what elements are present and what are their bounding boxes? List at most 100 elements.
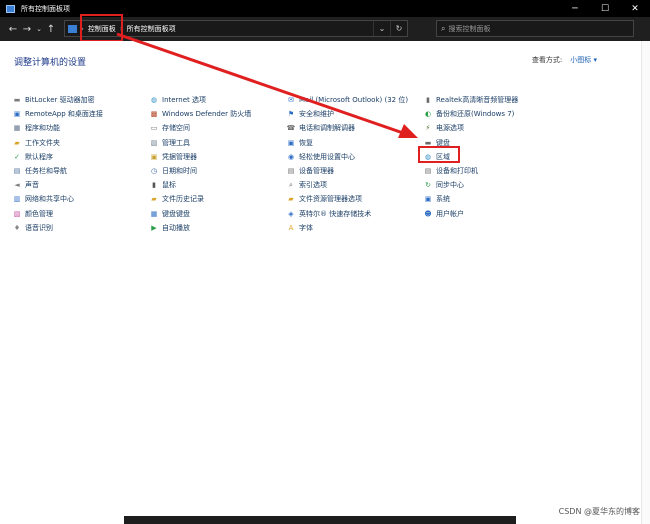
close-button[interactable]: ✕ <box>620 0 650 17</box>
control-panel-item[interactable]: ◷ 日期和时间 <box>150 164 251 178</box>
control-panel-item[interactable]: ✓ 默认程序 <box>13 150 103 164</box>
control-panel-item[interactable]: ▦ 键盘键盘 <box>150 207 251 221</box>
work-folder-icon: ▰ <box>14 138 20 147</box>
minimize-button[interactable]: ─ <box>560 0 590 17</box>
file-history-icon: ▰ <box>151 195 157 204</box>
mouse-icon: ▮ <box>152 181 156 190</box>
search-icon: ⌕ <box>441 23 446 33</box>
microphone-icon: ♦ <box>13 223 21 232</box>
breadcrumb-all-items[interactable]: 所有控制面板项 <box>127 24 176 34</box>
control-panel-item[interactable]: ▣ 系统 <box>424 192 518 206</box>
control-panel-item-label: 字体 <box>299 223 313 232</box>
control-panel-item-label: 系统 <box>436 195 450 204</box>
control-panel-item[interactable]: ☻ 用户帐户 <box>424 207 518 221</box>
control-panel-item-label: 电话和调制解调器 <box>299 124 355 133</box>
control-panel-item[interactable]: ▤ 设备和打印机 <box>424 164 518 178</box>
internet-options-icon: ◍ <box>150 96 158 105</box>
control-panel-item[interactable]: ▣ RemoteApp 和桌面连接 <box>13 107 103 121</box>
window-title: 所有控制面板项 <box>21 4 70 13</box>
control-panel-item[interactable]: ⚡ 电源选项 <box>424 121 518 135</box>
control-panel-item-label: 恢复 <box>299 138 313 147</box>
ease-of-access-icon: ◉ <box>287 152 295 161</box>
maximize-button[interactable]: ☐ <box>590 0 620 17</box>
control-panel-item[interactable]: ▧ 颜色管理 <box>13 207 103 221</box>
forward-button[interactable]: → <box>20 19 34 39</box>
system-icon: ▣ <box>424 195 432 204</box>
back-button[interactable]: ← <box>6 19 20 39</box>
control-panel-item-label: 安全和维护 <box>299 110 334 119</box>
control-panel-item[interactable]: ◐ 备份和还原(Windows 7) <box>424 107 518 121</box>
autoplay-icon: ▶ <box>151 223 157 232</box>
control-panel-item-label: 默认程序 <box>25 152 53 161</box>
user-accounts-icon: ☻ <box>424 209 432 218</box>
control-panel-item[interactable]: ▣ 恢复 <box>287 136 408 150</box>
window-controls: ─ ☐ ✕ <box>560 0 650 17</box>
control-panel-item-label: 文件历史记录 <box>162 195 204 204</box>
control-panel-item-label: 设备管理器 <box>299 167 334 176</box>
control-panel-item[interactable]: ⚑ 安全和维护 <box>287 107 408 121</box>
programs-icon: ▦ <box>13 124 21 133</box>
control-panel-item[interactable]: ◈ 英特尔® 快速存储技术 <box>287 207 408 221</box>
control-panel-item[interactable]: ◍ Internet 选项 <box>150 93 251 107</box>
control-panel-item[interactable]: ▨ 管理工具 <box>150 136 251 150</box>
view-by-label: 查看方式: <box>531 56 563 64</box>
address-dropdown-button[interactable]: ⌄ <box>373 21 390 36</box>
vertical-scrollbar[interactable] <box>641 41 650 524</box>
remote-desktop-icon: ▣ <box>13 110 21 119</box>
control-panel-item[interactable]: ▬ BitLocker 驱动器加密 <box>13 93 103 107</box>
control-panel-item[interactable]: ◄ 声音 <box>13 178 103 192</box>
control-panel-item[interactable]: ▦ 程序和功能 <box>13 121 103 135</box>
default-programs-icon: ✓ <box>14 152 20 161</box>
sound-icon: ◄ <box>14 181 20 190</box>
storage-icon: ▭ <box>150 124 158 133</box>
drive-lock-icon: ▬ <box>13 96 21 105</box>
intel-rst-icon: ◈ <box>288 209 294 218</box>
control-panel-item[interactable]: ▭ 存储空间 <box>150 121 251 135</box>
up-button[interactable]: ↑ <box>44 19 58 39</box>
control-panel-item[interactable]: ▤ 设备管理器 <box>287 164 408 178</box>
control-panel-item-label: 网络和共享中心 <box>25 195 74 204</box>
control-panel-item-label: 用户帐户 <box>436 209 464 218</box>
view-by: 查看方式: 小图标 ▾ <box>532 55 597 65</box>
control-panel-item-label: 自动播放 <box>162 223 190 232</box>
control-panel-item[interactable]: ▤ 任务栏和导航 <box>13 164 103 178</box>
control-panel-item[interactable]: ↻ 同步中心 <box>424 178 518 192</box>
control-panel-item[interactable]: A 字体 <box>287 221 408 235</box>
network-icon: ▥ <box>13 195 21 204</box>
search-input[interactable] <box>448 24 619 33</box>
control-panel-item[interactable]: ⌕ 索引选项 <box>287 178 408 192</box>
control-panel-item[interactable]: ▮ Realtek高清晰音频管理器 <box>424 93 518 107</box>
recent-locations-button[interactable]: ⌄ <box>34 19 44 39</box>
control-panel-item-label: 工作文件夹 <box>25 138 60 147</box>
control-panel-item-label: 任务栏和导航 <box>25 167 67 176</box>
control-panel-item[interactable]: ▶ 自动播放 <box>150 221 251 235</box>
control-panel-item-label: BitLocker 驱动器加密 <box>25 96 95 105</box>
firewall-icon: ▩ <box>150 110 158 119</box>
control-panel-item[interactable]: ▥ 网络和共享中心 <box>13 192 103 206</box>
control-panel-item[interactable]: ▰ 工作文件夹 <box>13 136 103 150</box>
view-by-dropdown[interactable]: 小图标 ▾ <box>570 55 597 65</box>
control-panel-item-label: 声音 <box>25 181 39 190</box>
control-panel-item[interactable]: ▣ 凭据管理器 <box>150 150 251 164</box>
control-panel-icon <box>6 4 15 13</box>
control-panel-item-label: 备份和还原(Windows 7) <box>436 110 515 119</box>
control-panel-item-label: 索引选项 <box>299 181 327 190</box>
control-panel-item[interactable]: ▰ 文件历史记录 <box>150 192 251 206</box>
search-box[interactable]: ⌕ <box>436 20 634 37</box>
address-tools: ⌄ ↻ <box>373 21 407 36</box>
folder-options-icon: ▰ <box>288 195 294 204</box>
control-panel-item[interactable]: ▩ Windows Defender 防火墙 <box>150 107 252 121</box>
control-panel-item[interactable]: ◉ 轻松使用设置中心 <box>287 150 408 164</box>
control-panel-item[interactable]: ♦ 语音识别 <box>13 221 103 235</box>
phone-icon: ☎ <box>286 124 296 133</box>
control-panel-item-label: 语音识别 <box>25 223 53 232</box>
control-panel-item-label: 日期和时间 <box>162 167 197 176</box>
control-panel-item[interactable]: ▮ 鼠标 <box>150 178 251 192</box>
admin-tools-icon: ▨ <box>150 138 158 147</box>
control-panel-item[interactable]: ▰ 文件资源管理器选项 <box>287 192 408 206</box>
refresh-button[interactable]: ↻ <box>390 21 407 36</box>
control-panel-item[interactable]: ☎ 电话和调制解调器 <box>287 121 408 135</box>
control-panel-item-label: 程序和功能 <box>25 124 60 133</box>
control-panel-item-label: 设备和打印机 <box>436 167 478 176</box>
control-panel-item[interactable]: ✉ Mail (Microsoft Outlook) (32 位) <box>287 93 408 107</box>
